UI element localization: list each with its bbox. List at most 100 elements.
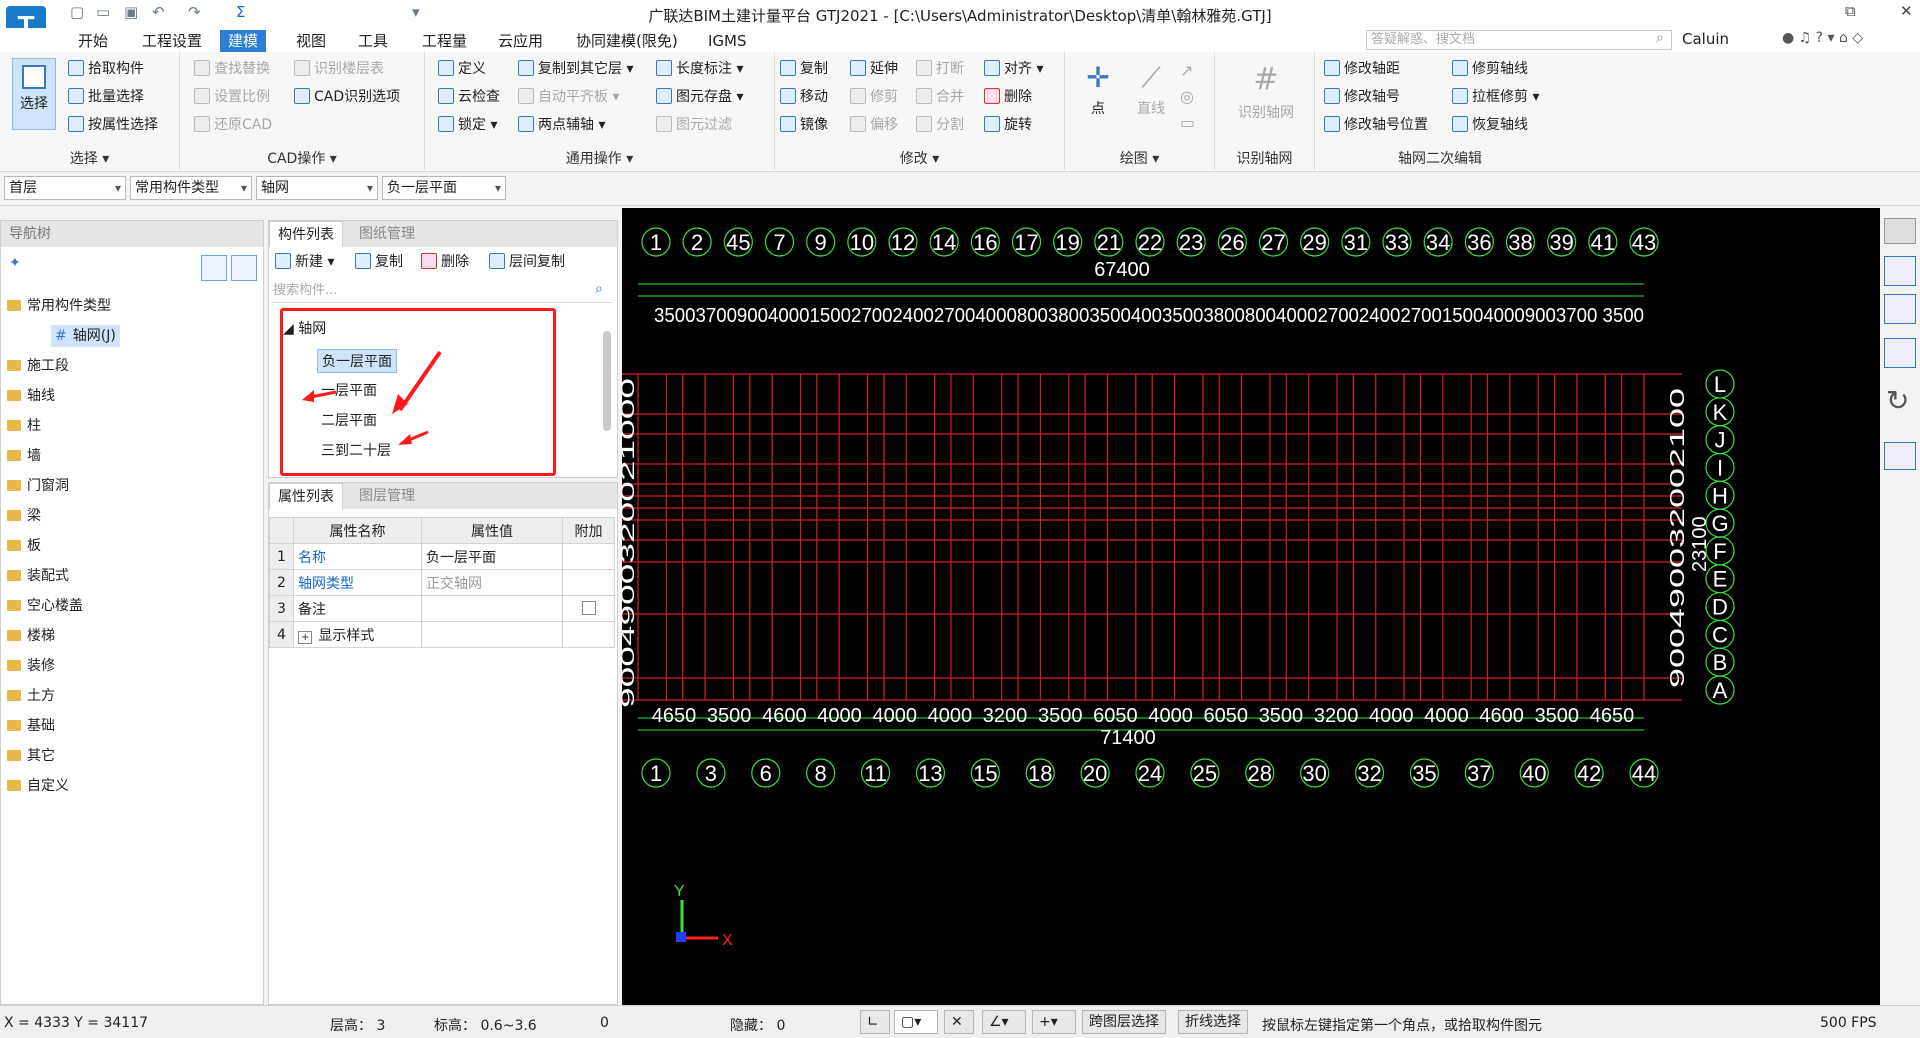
element-filter-button[interactable]: 图元过滤 <box>656 114 732 136</box>
group-cad-label[interactable]: CAD操作 ▾ <box>180 148 424 168</box>
copy-button[interactable]: 复制 <box>780 58 828 80</box>
nav-item-axis-line[interactable]: 轴线 <box>7 385 55 407</box>
floor-select[interactable]: 首层 <box>4 176 126 200</box>
drawing-canvas[interactable]: 1 2 45 7 9 10 12 14 16 17 19 21 22 23 26 27 29 31 33 34 36 38… <box>618 208 1880 1005</box>
nav-add-icon[interactable]: ✦ <box>9 255 21 271</box>
save-icon[interactable]: ▣ <box>124 3 138 21</box>
find-replace-button[interactable]: 查找替换 <box>194 58 270 80</box>
expand-icon[interactable]: + <box>298 630 313 644</box>
instance-select[interactable]: 负一层平面 <box>382 176 506 200</box>
delete-component-button[interactable]: 删除 <box>421 251 469 273</box>
auto-align-slab-button[interactable]: 自动平齐板 ▾ <box>518 86 619 108</box>
modify-axis-distance-button[interactable]: 修改轴距 <box>1324 58 1400 80</box>
pick-component-button[interactable]: 拾取构件 <box>68 58 144 80</box>
copy-to-other-floor-button[interactable]: 复制到其它层 ▾ <box>518 58 633 80</box>
detail-view-icon[interactable] <box>231 255 257 281</box>
component-select[interactable]: 轴网 <box>256 176 378 200</box>
offset-button[interactable]: 偏移 <box>850 114 898 136</box>
close-icon[interactable]: ✕ <box>1900 2 1913 20</box>
table-row[interactable]: 4 + 显示样式 <box>269 621 615 648</box>
length-dim-button[interactable]: 长度标注 ▾ <box>656 58 743 80</box>
nav-item-prefab[interactable]: 装配式 <box>7 565 69 587</box>
open-file-icon[interactable]: ▭ <box>96 3 110 21</box>
nav-item-foundation[interactable]: 基础 <box>7 715 55 737</box>
group-draw-label[interactable]: 绘图 ▾ <box>1065 148 1214 168</box>
menu-collab[interactable]: 协同建模(限免) <box>568 30 686 52</box>
tab-component-list[interactable]: 构件列表 <box>269 221 343 247</box>
select-by-attr-button[interactable]: 按属性选择 <box>68 114 158 136</box>
globe-icon[interactable] <box>1884 218 1916 244</box>
restore-icon[interactable]: ⧉ <box>1845 2 1856 20</box>
attach-checkbox[interactable] <box>581 600 596 615</box>
define-button[interactable]: 定义 <box>438 58 486 80</box>
split-button[interactable]: 分割 <box>916 114 964 136</box>
tab-property-list[interactable]: 属性列表 <box>269 483 343 509</box>
restore-axis-button[interactable]: 恢复轴线 <box>1452 114 1528 136</box>
angle-toggle[interactable]: ∠▾ <box>982 1010 1026 1034</box>
rotate-button[interactable]: 旋转 <box>984 114 1032 136</box>
menu-cloud[interactable]: 云应用 <box>490 30 551 52</box>
layout-icon[interactable] <box>1884 442 1916 470</box>
group-select-label[interactable]: 选择 ▾ <box>0 148 179 168</box>
snap-toggle[interactable]: ▢▾ <box>894 1010 938 1034</box>
view-3d-icon[interactable] <box>1884 256 1916 286</box>
select-big-button[interactable]: 选择 <box>12 58 56 130</box>
menu-quantity[interactable]: 工程量 <box>414 30 475 52</box>
nav-item-other[interactable]: 其它 <box>7 745 55 767</box>
new-file-icon[interactable]: ▢ <box>70 3 84 21</box>
recog-axis-button[interactable]: # 识别轴网 <box>1228 58 1304 122</box>
axis-grid-drawing[interactable]: 1 2 45 7 9 10 12 14 16 17 19 21 22 23 26 27 29 31 33 34 36 38… <box>618 208 1880 1005</box>
nav-item-wall[interactable]: 墙 <box>7 445 41 467</box>
cloud-check-button[interactable]: 云检查 <box>438 86 500 108</box>
nav-item-slab[interactable]: 板 <box>7 535 41 557</box>
dynamic-input-toggle[interactable]: +▾ <box>1032 1010 1076 1034</box>
modify-axis-number-pos-button[interactable]: 修改轴号位置 <box>1324 114 1428 136</box>
tab-layer-manage[interactable]: 图层管理 <box>351 483 423 509</box>
nav-item-custom[interactable]: 自定义 <box>7 775 69 797</box>
table-row[interactable]: 2 轴网类型 正交轴网 <box>269 569 615 596</box>
arc-tools-icons[interactable]: ↗ ◎ ▭ <box>1180 58 1195 136</box>
group-modify-label[interactable]: 修改 ▾ <box>775 148 1064 168</box>
view-iso-icon[interactable] <box>1884 338 1916 368</box>
merge-button[interactable]: 合并 <box>916 86 964 108</box>
nav-item-decoration[interactable]: 装修 <box>7 655 55 677</box>
tab-drawing-manage[interactable]: 图纸管理 <box>351 221 423 247</box>
help-search-input[interactable]: 答疑解惑、搜文档 <box>1366 30 1672 50</box>
view-top-icon[interactable] <box>1884 294 1916 324</box>
floor-copy-button[interactable]: 层间复制 <box>489 251 565 273</box>
menu-view[interactable]: 视图 <box>288 30 334 52</box>
move-button[interactable]: 移动 <box>780 86 828 108</box>
list-scrollbar[interactable] <box>603 331 611 431</box>
trim-axis-button[interactable]: 修剪轴线 <box>1452 58 1528 80</box>
nav-item-hollow-floor[interactable]: 空心楼盖 <box>7 595 83 617</box>
lock-button[interactable]: 锁定 ▾ <box>438 114 497 136</box>
menu-modeling[interactable]: 建模 <box>220 30 267 52</box>
nav-item-earthwork[interactable]: 土方 <box>7 685 55 707</box>
cross-toggle[interactable]: ✕ <box>944 1010 974 1034</box>
search-icon[interactable]: ⌕ <box>595 281 603 297</box>
nav-item-stairs[interactable]: 楼梯 <box>7 625 55 647</box>
polyline-select-button[interactable]: 折线选择 <box>1178 1010 1248 1034</box>
component-search-input[interactable]: 搜索构件... <box>271 279 613 303</box>
search-icon[interactable]: ⌕ <box>1656 30 1664 46</box>
rotate-view-icon[interactable]: ↻ <box>1886 384 1909 417</box>
customize-qa-icon[interactable]: ▾ <box>412 3 420 21</box>
copy-component-button[interactable]: 复制 <box>355 251 403 273</box>
list-view-icon[interactable] <box>201 255 227 281</box>
menu-igms[interactable]: IGMS <box>700 30 755 52</box>
trim-button[interactable]: 修剪 <box>850 86 898 108</box>
element-save-button[interactable]: 图元存盘 ▾ <box>656 86 743 108</box>
delete-button[interactable]: 删除 <box>984 86 1032 108</box>
menu-start[interactable]: 开始 <box>70 30 116 52</box>
ortho-toggle[interactable]: ∟ <box>860 1010 890 1034</box>
line-button[interactable]: ⟋ 直线 <box>1128 58 1174 118</box>
nav-item-beam[interactable]: 梁 <box>7 505 41 527</box>
batch-select-button[interactable]: 批量选择 <box>68 86 144 108</box>
menu-tools[interactable]: 工具 <box>350 30 396 52</box>
box-trim-button[interactable]: 拉框修剪 ▾ <box>1452 86 1539 108</box>
modify-axis-number-button[interactable]: 修改轴号 <box>1324 86 1400 108</box>
group-general-label[interactable]: 通用操作 ▾ <box>425 148 774 168</box>
set-scale-button[interactable]: 设置比例 <box>194 86 270 108</box>
table-row[interactable]: 3 备注 <box>269 595 615 622</box>
table-row[interactable]: 1 名称 负一层平面 <box>269 543 615 570</box>
